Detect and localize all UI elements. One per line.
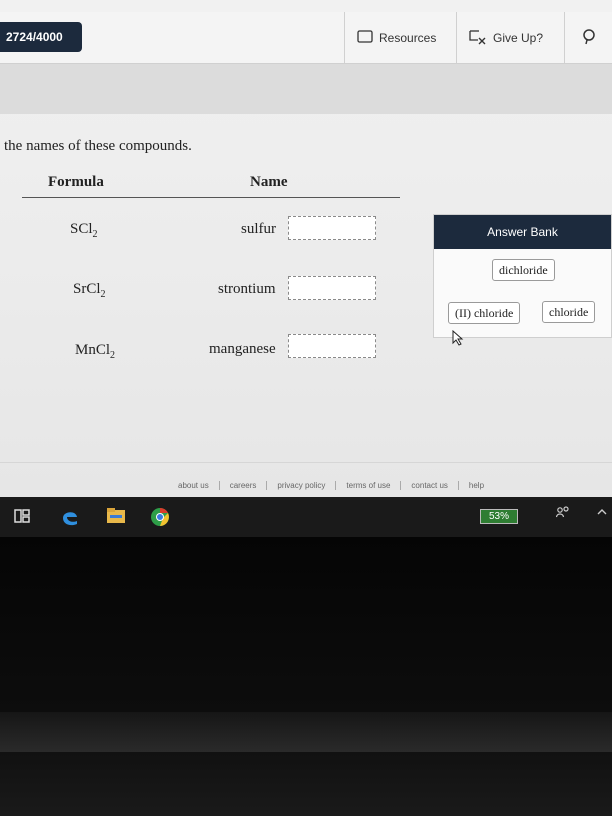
name-prefix: strontium [218,281,276,297]
formula-cell: SCl2 [70,221,98,240]
resources-button[interactable]: Resources [344,12,456,64]
task-view-icon[interactable] [14,507,32,530]
formula-column-header: Formula [48,174,104,190]
answer-drop-target[interactable] [288,276,376,300]
mouse-pointer-icon [452,329,464,351]
edge-icon[interactable] [60,507,80,532]
name-column-header: Name [250,174,288,190]
taskbar [0,497,612,537]
monitor-edge [0,712,612,752]
give-up-icon [469,29,487,48]
footer-link-contact[interactable]: contact us [401,481,459,490]
header-divider [22,197,400,198]
answer-drop-target[interactable] [288,334,376,358]
footer-link-terms[interactable]: terms of use [336,481,402,490]
formula-cell: SrCl2 [73,281,106,300]
file-explorer-icon[interactable] [106,507,126,530]
footer-divider [0,462,612,463]
name-prefix: sulfur [241,221,276,237]
answer-bank: Answer Bank dichloride (II) chloride chl… [433,214,612,338]
monitor-bezel [0,537,612,816]
footer-link-careers[interactable]: careers [220,481,268,490]
battery-indicator[interactable]: 53% [480,509,518,524]
name-prefix: manganese [209,341,276,357]
answer-drop-target[interactable] [288,216,376,240]
people-icon[interactable] [555,506,570,521]
answer-chip-ii-chloride[interactable]: (II) chloride [448,302,521,324]
formula-subscript: 2 [92,229,98,240]
footer-link-about[interactable]: about us [168,481,220,490]
chrome-icon[interactable] [150,507,170,532]
hint-button[interactable] [564,12,612,64]
footer-link-privacy[interactable]: privacy policy [267,481,337,490]
footer-links: about us careers privacy policy terms of… [168,481,494,490]
header-band [0,64,612,114]
answer-chip-chloride[interactable]: chloride [542,301,596,323]
chevron-up-icon[interactable] [596,506,608,520]
formula-base: SCl [70,221,93,237]
resources-label: Resources [379,31,437,45]
hint-icon [582,28,596,48]
question-instruction: the names of these compounds. [4,138,192,154]
folder-icon [357,30,373,46]
answer-chip-dichloride[interactable]: dichloride [492,259,555,281]
formula-subscript: 2 [110,350,116,361]
browser-page: 2724/4000 Resources Give Up? the names o… [0,0,612,497]
give-up-label: Give Up? [493,31,544,45]
formula-cell: MnCl2 [75,342,115,361]
formula-subscript: 2 [100,289,106,300]
formula-base: MnCl [75,342,111,358]
footer-link-help[interactable]: help [459,481,494,490]
give-up-button[interactable]: Give Up? [456,12,564,64]
top-toolbar: 2724/4000 Resources Give Up? [0,12,612,64]
formula-base: SrCl [73,281,101,297]
answer-bank-title: Answer Bank [434,215,611,249]
progress-badge: 2724/4000 [0,22,82,52]
